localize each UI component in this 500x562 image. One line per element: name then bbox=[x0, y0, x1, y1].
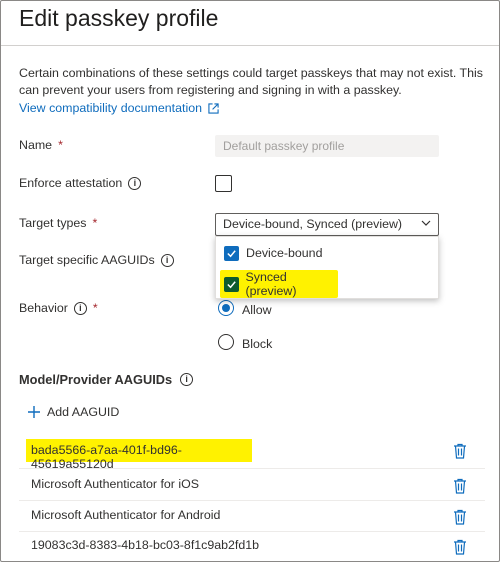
name-label: Name * bbox=[19, 138, 63, 152]
info-text: Certain combinations of these settings c… bbox=[19, 66, 483, 97]
aaguid-highlight: bada5566-a7aa-401f-bd96-45619a55120d bbox=[26, 439, 252, 471]
info-icon[interactable]: i bbox=[128, 176, 142, 190]
dialog-title: Edit passkey profile bbox=[19, 5, 219, 31]
aaguid-row: Microsoft Authenticator for iOS bbox=[1, 471, 499, 501]
aaguids-heading: Model/Provider AAGUIDs i bbox=[19, 372, 194, 387]
plus-icon bbox=[28, 406, 40, 418]
checkbox-checked-icon bbox=[224, 245, 239, 261]
compat-doc-link-label: View compatibility documentation bbox=[19, 101, 202, 115]
target-types-options-panel: Device-bound Synced (preview) bbox=[215, 236, 439, 299]
target-types-dropdown[interactable]: Device-bound, Synced (preview) bbox=[215, 213, 439, 236]
chevron-down-icon bbox=[421, 220, 431, 226]
aaguid-row: bada5566-a7aa-401f-bd96-45619a55120d bbox=[1, 436, 499, 471]
aaguid-value: Microsoft Authenticator for Android bbox=[31, 508, 221, 522]
required-mark: * bbox=[92, 216, 98, 230]
aaguid-value: bada5566-a7aa-401f-bd96-45619a55120d bbox=[31, 443, 182, 471]
add-aaguid-label: Add AAGUID bbox=[47, 405, 120, 419]
enforce-attestation-label: Enforce attestation i bbox=[19, 176, 142, 190]
behavior-block-label: Block bbox=[242, 337, 273, 351]
delete-icon[interactable] bbox=[453, 509, 467, 525]
row-divider bbox=[19, 468, 485, 469]
info-icon[interactable]: i bbox=[180, 373, 194, 386]
row-divider bbox=[19, 500, 485, 501]
option-synced-preview-label: Synced (preview) bbox=[245, 270, 297, 298]
behavior-allow-label: Allow bbox=[242, 303, 272, 317]
option-device-bound-label: Device-bound bbox=[246, 246, 323, 260]
behavior-block-radio[interactable] bbox=[218, 334, 234, 350]
info-icon[interactable]: i bbox=[160, 253, 174, 267]
checkbox-checked-icon bbox=[224, 276, 239, 292]
required-mark: * bbox=[58, 138, 63, 152]
target-aaguids-label: Target specific AAGUIDs i bbox=[19, 253, 174, 267]
compat-doc-link[interactable]: View compatibility documentation bbox=[19, 101, 219, 115]
aaguid-row: Microsoft Authenticator for Android bbox=[1, 502, 499, 532]
aaguid-value: 19083c3d-8383-4b18-bc03-8f1c9ab2fd1b bbox=[31, 538, 260, 552]
edit-passkey-dialog: Edit passkey profile Certain combination… bbox=[0, 0, 500, 562]
aaguid-value: Microsoft Authenticator for iOS bbox=[31, 477, 200, 491]
aaguid-row: 19083c3d-8383-4b18-bc03-8f1c9ab2fd1b bbox=[1, 532, 499, 561]
option-synced-preview[interactable]: Synced (preview) bbox=[220, 270, 338, 298]
add-aaguid-button[interactable]: Add AAGUID bbox=[27, 405, 119, 419]
external-link-icon bbox=[208, 102, 219, 114]
delete-icon[interactable] bbox=[453, 539, 467, 555]
target-types-value: Device-bound, Synced (preview) bbox=[223, 217, 403, 231]
required-mark: * bbox=[92, 301, 98, 315]
enforce-attestation-checkbox[interactable] bbox=[215, 175, 232, 192]
title-divider bbox=[1, 45, 499, 46]
delete-icon[interactable] bbox=[453, 478, 467, 494]
info-icon[interactable]: i bbox=[73, 301, 87, 315]
option-device-bound[interactable]: Device-bound bbox=[216, 239, 438, 267]
target-types-label: Target types * bbox=[19, 216, 98, 230]
behavior-allow-radio[interactable] bbox=[218, 300, 234, 316]
delete-icon[interactable] bbox=[453, 443, 467, 459]
name-input[interactable] bbox=[215, 135, 439, 157]
behavior-label: Behavior i * bbox=[19, 301, 98, 315]
